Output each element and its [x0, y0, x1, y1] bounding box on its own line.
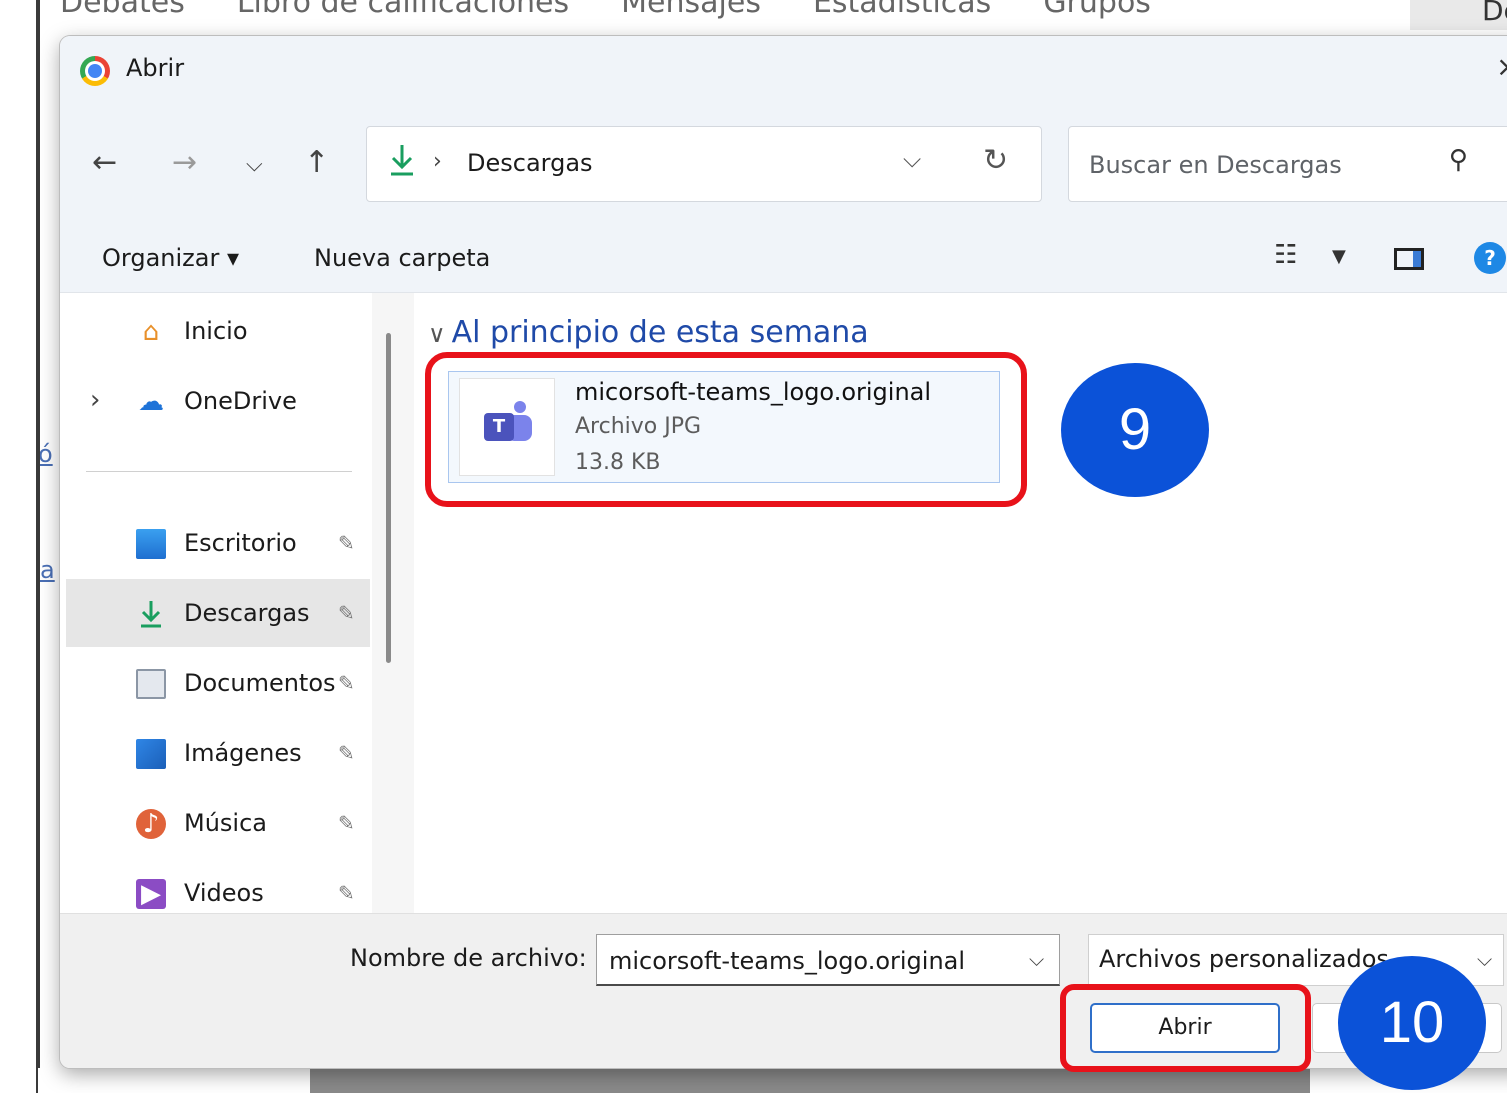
sidebar-item-imagenes[interactable]: Imágenes ✎	[66, 719, 370, 787]
up-arrow-icon[interactable]: ↑	[304, 148, 329, 178]
sidebar-item-onedrive[interactable]: › ☁ OneDrive	[66, 367, 370, 435]
view-options-caret-icon[interactable]: ▼	[1332, 246, 1346, 267]
navigation-pane: ⌂ Inicio › ☁ OneDrive Escritorio ✎ Desca…	[60, 293, 372, 913]
sidebar-item-label: Videos	[184, 879, 264, 907]
sidebar-divider	[86, 471, 352, 472]
breadcrumb-current-folder[interactable]: Descargas	[467, 149, 593, 177]
step-10-badge: 10	[1338, 956, 1486, 1090]
address-history-chevron-icon[interactable]: ⌵	[903, 145, 921, 173]
sidebar-item-label: Música	[184, 809, 267, 837]
search-icon[interactable]: ⚲	[1449, 145, 1468, 175]
refresh-icon[interactable]: ↻	[983, 143, 1008, 178]
help-icon[interactable]: ?	[1474, 242, 1506, 274]
open-file-dialog: Abrir × ← → ⌵ ↑ › Descargas ⌵ ↻ Buscar e…	[60, 36, 1507, 1068]
back-arrow-icon[interactable]: ←	[92, 148, 117, 178]
navigation-bar: ← → ⌵ ↑ › Descargas ⌵ ↻ Buscar en Descar…	[60, 104, 1507, 224]
view-options-icon[interactable]: ☷	[1274, 240, 1297, 270]
background-header-right: De	[1410, 0, 1507, 30]
step-9-highlight	[425, 352, 1027, 507]
collapse-chevron-icon[interactable]: ∨	[428, 320, 446, 348]
image-icon	[136, 739, 166, 769]
background-nav-groups[interactable]: Grupos	[1043, 0, 1151, 30]
background-nav-gradebook[interactable]: Libro de calificaciones	[237, 0, 569, 30]
sidebar-item-documentos[interactable]: Documentos ✎	[66, 649, 370, 717]
step-10-highlight	[1060, 984, 1311, 1072]
dialog-title: Abrir	[126, 54, 185, 82]
sidebar-item-musica[interactable]: ♪ Música ✎	[66, 789, 370, 857]
file-type-value: Archivos personalizados	[1099, 945, 1389, 973]
filename-field[interactable]: micorsoft-teams_logo.original ⌵	[596, 934, 1060, 986]
preview-pane-icon[interactable]	[1394, 248, 1424, 270]
pin-icon: ✎	[338, 531, 355, 555]
search-input[interactable]: Buscar en Descargas ⚲	[1068, 126, 1507, 202]
close-icon[interactable]: ×	[1496, 50, 1507, 83]
organize-menu-button[interactable]: Organizar ▾	[102, 244, 239, 272]
dialog-titlebar: Abrir ×	[60, 36, 1507, 104]
chevron-down-icon[interactable]: ⌵	[1477, 947, 1492, 971]
pin-icon: ✎	[338, 881, 355, 905]
cloud-icon: ☁	[138, 387, 164, 417]
music-icon: ♪	[136, 809, 166, 839]
sidebar-item-label: Documentos	[184, 669, 336, 697]
sidebar-scrollbar[interactable]	[372, 293, 414, 913]
download-icon	[136, 599, 166, 629]
background-nav-debates[interactable]: Debates	[60, 0, 185, 30]
background-link-fragment[interactable]: a	[40, 556, 55, 584]
video-icon: ▶	[136, 879, 166, 909]
home-icon: ⌂	[142, 317, 160, 347]
pin-icon: ✎	[338, 811, 355, 835]
chrome-icon	[80, 56, 110, 86]
pin-icon: ✎	[338, 671, 355, 695]
expand-chevron-icon[interactable]: ›	[90, 385, 100, 415]
filename-history-chevron-icon[interactable]: ⌵	[1029, 947, 1044, 971]
command-toolbar: Organizar ▾ Nueva carpeta ☷ ▼ ?	[60, 224, 1507, 293]
sidebar-item-label: Imágenes	[184, 739, 302, 767]
desktop-icon	[136, 529, 166, 559]
filename-label: Nombre de archivo:	[350, 944, 587, 972]
pin-icon: ✎	[338, 741, 355, 765]
pin-icon: ✎	[338, 601, 355, 625]
background-nav-messages[interactable]: Mensajes	[621, 0, 761, 30]
sidebar-item-descargas[interactable]: Descargas ✎	[66, 579, 370, 647]
breadcrumb-separator: ›	[433, 149, 442, 174]
sidebar-item-escritorio[interactable]: Escritorio ✎	[66, 509, 370, 577]
background-nav-statistics[interactable]: Estadísticas	[813, 0, 991, 30]
sidebar-item-inicio[interactable]: ⌂ Inicio	[66, 297, 370, 365]
file-group-header[interactable]: ∨ Al principio de esta semana	[428, 315, 869, 350]
background-link-fragment[interactable]: ó	[38, 440, 53, 468]
sidebar-item-label: Escritorio	[184, 529, 297, 557]
address-bar[interactable]: › Descargas ⌵ ↻	[366, 126, 1042, 202]
background-footer	[38, 1068, 310, 1093]
sidebar-scrollbar-thumb[interactable]	[386, 333, 391, 663]
new-folder-button[interactable]: Nueva carpeta	[314, 244, 490, 272]
background-divider	[36, 0, 40, 1093]
background-course-nav: Debates Libro de calificaciones Mensajes…	[60, 0, 1151, 30]
filename-value: micorsoft-teams_logo.original	[609, 947, 966, 975]
forward-arrow-icon[interactable]: →	[172, 148, 197, 178]
background-fragment-text: De	[1482, 0, 1507, 27]
document-icon	[136, 669, 166, 699]
file-group-title: Al principio de esta semana	[451, 315, 869, 350]
sidebar-item-label: Inicio	[184, 317, 248, 345]
recent-locations-chevron-icon[interactable]: ⌵	[246, 154, 263, 176]
search-placeholder: Buscar en Descargas	[1089, 151, 1342, 179]
sidebar-item-label: OneDrive	[184, 387, 297, 415]
download-icon	[389, 143, 415, 185]
step-9-badge: 9	[1061, 363, 1209, 497]
sidebar-item-label: Descargas	[184, 599, 310, 627]
